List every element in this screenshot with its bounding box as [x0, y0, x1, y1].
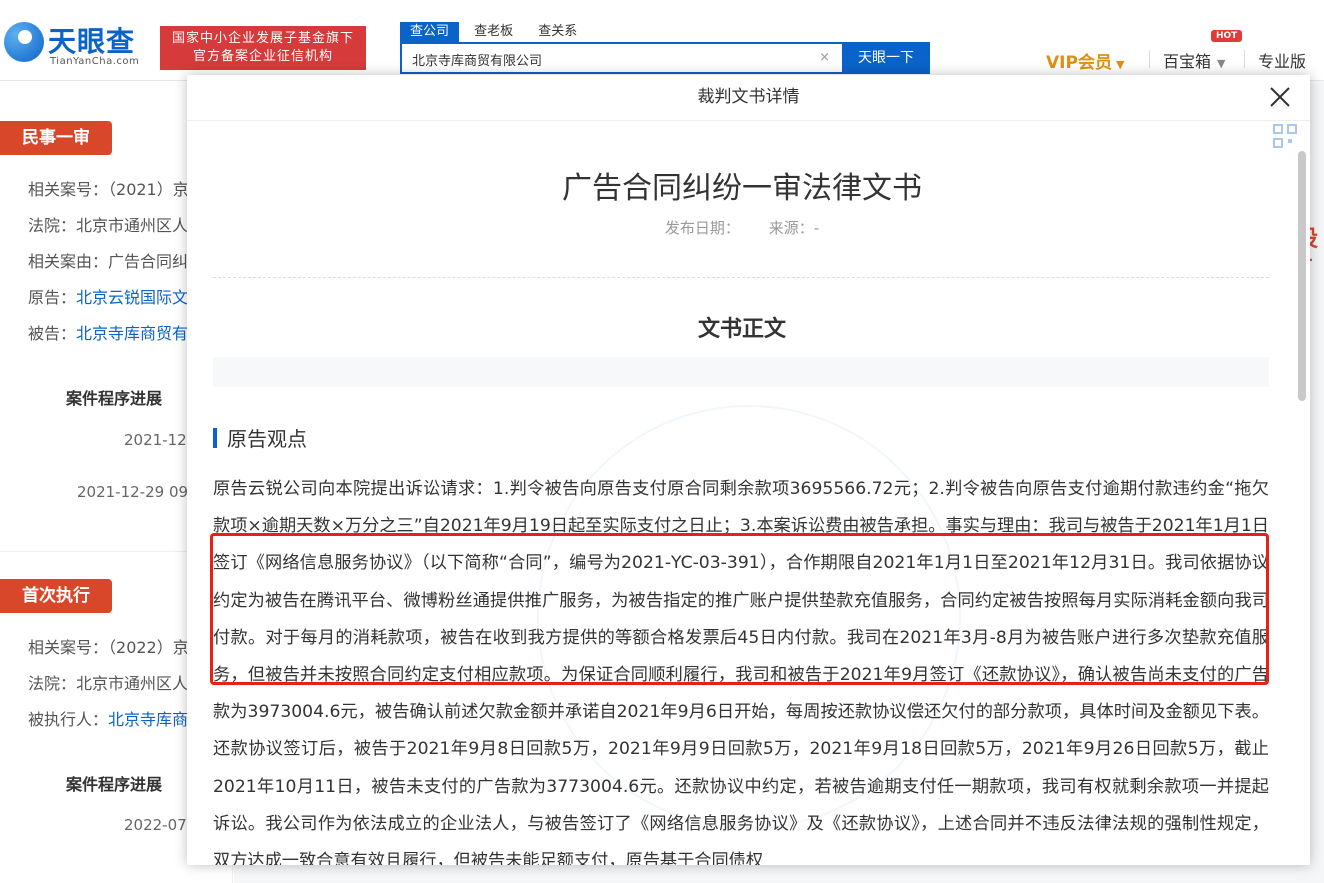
- plaintiff-field: 原告：北京云锐国际文: [28, 288, 189, 307]
- heading-accent-bar: [213, 428, 217, 448]
- vip-label: VIP会员: [1046, 53, 1112, 73]
- case-cause-field: 相关案由：广告合同纠: [28, 252, 189, 271]
- slogan-line-1: 国家中小企业发展子基金旗下: [171, 31, 354, 46]
- progress-title: 案件程序进展: [66, 389, 163, 408]
- slogan-line-2: 官方备案企业征信机构: [192, 49, 333, 64]
- publish-date-label: 发布日期：: [664, 219, 740, 237]
- logo-domain: TianYanCha.com: [50, 56, 140, 67]
- section-tag-first-instance: 民事一审: [0, 121, 112, 155]
- hot-badge: HOT: [1211, 30, 1243, 42]
- clear-icon[interactable]: ×: [819, 50, 830, 65]
- tab-search-relation[interactable]: 查关系: [528, 22, 587, 42]
- defendant-link[interactable]: 北京寺库商贸有: [76, 324, 188, 343]
- tab-search-boss[interactable]: 查老板: [464, 22, 523, 42]
- grey-band: [213, 357, 1269, 387]
- judgment-detail-modal: 裁判文书详情 广告合同纠纷一审法律文书 发布日期： 来源：- 文书正文 原告观点…: [187, 75, 1310, 865]
- logo-text: 天眼查: [48, 25, 136, 58]
- plaintiff-link[interactable]: 北京云锐国际文: [76, 288, 188, 307]
- plaintiff-view-heading: 原告观点: [213, 423, 307, 452]
- court-field: 法院：北京市通州区人: [28, 216, 189, 235]
- nav-divider: [1244, 50, 1245, 68]
- site-logo[interactable]: 天眼查 TianYanCha.com: [0, 18, 160, 70]
- divider: [213, 277, 1269, 278]
- search-box: ×: [400, 42, 844, 74]
- modal-header: 裁判文书详情: [187, 75, 1310, 121]
- caret-down-icon: ▼: [1217, 57, 1226, 70]
- progress-date: 2022-07: [124, 816, 187, 834]
- toolbox-menu[interactable]: 百宝箱 ▼: [1163, 48, 1225, 72]
- modal-title: 裁判文书详情: [697, 87, 800, 107]
- related-case-no: 相关案号：（2021）京: [28, 180, 189, 199]
- search-tabs: 查公司 查老板 查关系: [400, 20, 587, 42]
- search-button[interactable]: 天眼一下: [842, 42, 930, 74]
- defendant-field: 被告：北京寺库商贸有: [28, 324, 189, 343]
- tab-search-company[interactable]: 查公司: [400, 22, 460, 42]
- court-field: 法院：北京市通州区人: [28, 674, 189, 693]
- scroll-thumb[interactable]: [1298, 151, 1306, 401]
- vip-menu[interactable]: VIP会员 ▼: [1046, 48, 1124, 73]
- caret-down-icon: ▼: [1115, 58, 1125, 71]
- qr-code-icon[interactable]: [1272, 123, 1298, 149]
- document-meta: 发布日期： 来源：-: [187, 217, 1297, 238]
- related-case-no: 相关案号：（2022）京: [28, 638, 189, 657]
- source-label: 来源：-: [768, 219, 820, 237]
- progress-date: 2021-12-29 09: [77, 483, 189, 501]
- modal-scrollbar[interactable]: [1298, 121, 1306, 865]
- official-slogan-badge: 国家中小企业发展子基金旗下 官方备案企业征信机构: [160, 26, 366, 70]
- top-header: 天眼查 TianYanCha.com 国家中小企业发展子基金旗下 官方备案企业征…: [0, 0, 1324, 81]
- search-input[interactable]: [410, 44, 814, 74]
- progress-title: 案件程序进展: [66, 775, 163, 794]
- nav-divider: [1149, 50, 1150, 68]
- red-highlight-annotation: [210, 533, 1269, 685]
- pro-version-link[interactable]: 专业版: [1258, 48, 1306, 72]
- logo-eye-icon: [4, 22, 44, 62]
- toolbox-label: 百宝箱: [1163, 52, 1212, 71]
- progress-date: 2021-12: [124, 431, 187, 449]
- document-body-heading: 文书正文: [697, 317, 786, 342]
- section-tag-first-execution: 首次执行: [0, 579, 112, 613]
- executed-person-field: 被执行人：北京寺库商贸: [28, 710, 205, 729]
- document-title: 广告合同纠纷一审法律文书: [562, 171, 922, 206]
- close-icon[interactable]: [1266, 83, 1294, 111]
